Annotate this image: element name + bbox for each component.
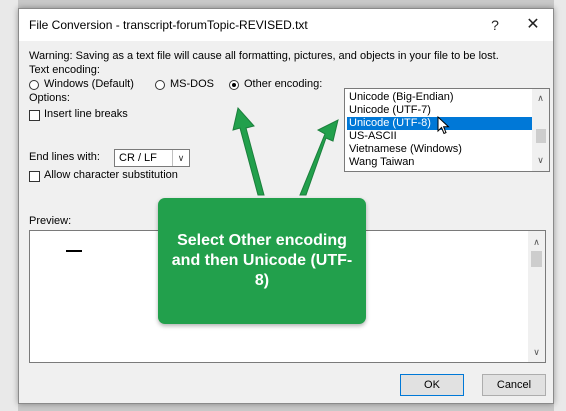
arrow-to-other-encoding: [232, 106, 265, 196]
arrow-to-encoding-list: [299, 119, 339, 196]
callout-text: Select Other encoding and then Unicode (…: [171, 232, 353, 289]
instruction-callout: Select Other encoding and then Unicode (…: [158, 198, 366, 324]
